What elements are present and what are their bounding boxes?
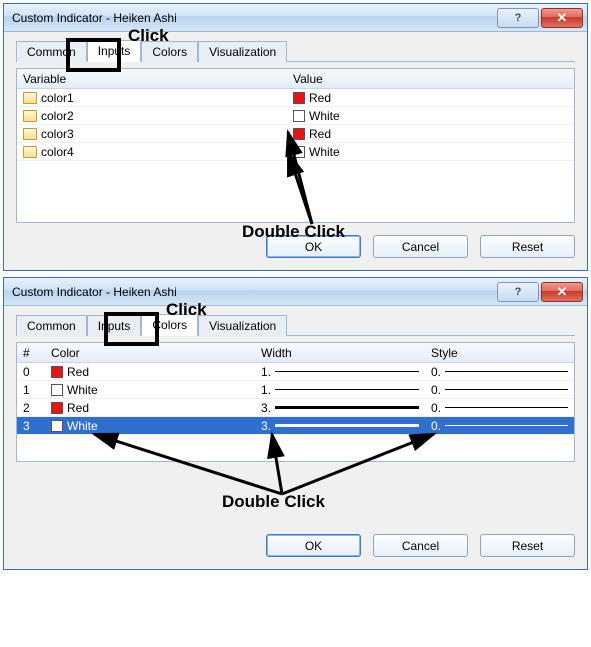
color-cell: White bbox=[67, 419, 98, 433]
colors-dialog: Custom Indicator - Heiken Ashi ? ✕ Click… bbox=[3, 277, 588, 570]
table-row[interactable]: color1 Red bbox=[17, 89, 574, 107]
value-cell: White bbox=[309, 109, 340, 123]
param-icon bbox=[23, 110, 37, 122]
tab-inputs[interactable]: Inputs bbox=[87, 315, 142, 336]
table-row[interactable]: color4 White bbox=[17, 143, 574, 161]
table-row[interactable]: color2 White bbox=[17, 107, 574, 125]
style-cell: 0. bbox=[431, 419, 441, 433]
reset-button[interactable]: Reset bbox=[480, 235, 575, 258]
tab-visualization[interactable]: Visualization bbox=[198, 315, 287, 336]
titlebar: Custom Indicator - Heiken Ashi ? ✕ bbox=[4, 278, 587, 306]
table-row[interactable]: 0 Red 1. 0. bbox=[17, 363, 574, 381]
colors-header: # Color Width Style bbox=[17, 343, 574, 363]
tabs: Common Inputs Colors Visualization bbox=[16, 40, 575, 62]
color-swatch bbox=[293, 128, 305, 140]
color-swatch bbox=[293, 146, 305, 158]
index-cell: 2 bbox=[17, 401, 45, 415]
param-icon bbox=[23, 146, 37, 158]
tabs: Common Inputs Colors Visualization bbox=[16, 314, 575, 336]
tab-colors[interactable]: Colors bbox=[141, 314, 198, 336]
tab-common[interactable]: Common bbox=[16, 315, 87, 336]
help-icon: ? bbox=[515, 286, 522, 298]
tab-colors[interactable]: Colors bbox=[141, 41, 198, 62]
table-row[interactable]: 3 White 3. 0. bbox=[17, 417, 574, 435]
width-sample bbox=[275, 406, 419, 409]
cancel-button[interactable]: Cancel bbox=[373, 235, 468, 258]
header-width: Width bbox=[255, 346, 425, 360]
button-row: OK Cancel Reset bbox=[16, 235, 575, 258]
help-button[interactable]: ? bbox=[497, 8, 539, 28]
close-icon: ✕ bbox=[557, 284, 568, 300]
width-cell: 3. bbox=[261, 401, 271, 415]
tab-visualization[interactable]: Visualization bbox=[198, 41, 287, 62]
header-color: Color bbox=[45, 346, 255, 360]
window-title: Custom Indicator - Heiken Ashi bbox=[12, 285, 495, 299]
inputs-dialog: Custom Indicator - Heiken Ashi ? ✕ Click… bbox=[3, 3, 588, 271]
param-icon bbox=[23, 92, 37, 104]
width-cell: 1. bbox=[261, 383, 271, 397]
table-row[interactable]: 2 Red 3. 0. bbox=[17, 399, 574, 417]
param-icon bbox=[23, 128, 37, 140]
width-sample bbox=[275, 424, 419, 427]
reset-button[interactable]: Reset bbox=[480, 534, 575, 557]
table-row[interactable]: 1 White 1. 0. bbox=[17, 381, 574, 399]
close-button[interactable]: ✕ bbox=[541, 282, 583, 302]
close-button[interactable]: ✕ bbox=[541, 8, 583, 28]
help-icon: ? bbox=[515, 12, 522, 24]
index-cell: 3 bbox=[17, 419, 45, 433]
variable-cell: color4 bbox=[41, 145, 74, 159]
colors-listbox: # Color Width Style 0 Red 1. 0. 1 White 1. 0. 2 R… bbox=[16, 342, 575, 462]
color-swatch bbox=[293, 110, 305, 122]
style-sample bbox=[445, 389, 568, 390]
button-row: OK Cancel Reset bbox=[16, 534, 575, 557]
close-icon: ✕ bbox=[557, 10, 568, 26]
width-sample bbox=[275, 371, 419, 372]
value-cell: Red bbox=[309, 127, 331, 141]
value-cell: Red bbox=[309, 91, 331, 105]
tab-common[interactable]: Common bbox=[16, 41, 87, 62]
ok-button[interactable]: OK bbox=[266, 534, 361, 557]
header-value: Value bbox=[287, 72, 574, 86]
index-cell: 0 bbox=[17, 365, 45, 379]
color-swatch bbox=[51, 420, 63, 432]
variable-cell: color3 bbox=[41, 127, 74, 141]
color-swatch bbox=[51, 366, 63, 378]
variable-cell: color1 bbox=[41, 91, 74, 105]
color-cell: Red bbox=[67, 365, 89, 379]
table-row[interactable]: color3 Red bbox=[17, 125, 574, 143]
width-cell: 1. bbox=[261, 365, 271, 379]
color-cell: White bbox=[67, 383, 98, 397]
style-cell: 0. bbox=[431, 401, 441, 415]
color-swatch bbox=[293, 92, 305, 104]
style-sample bbox=[445, 371, 568, 372]
index-cell: 1 bbox=[17, 383, 45, 397]
value-cell: White bbox=[309, 145, 340, 159]
variable-cell: color2 bbox=[41, 109, 74, 123]
style-cell: 0. bbox=[431, 365, 441, 379]
inputs-header: Variable Value bbox=[17, 69, 574, 89]
header-index: # bbox=[17, 346, 45, 360]
style-sample bbox=[445, 425, 568, 426]
color-swatch bbox=[51, 402, 63, 414]
ok-button[interactable]: OK bbox=[266, 235, 361, 258]
header-variable: Variable bbox=[17, 72, 287, 86]
color-cell: Red bbox=[67, 401, 89, 415]
style-cell: 0. bbox=[431, 383, 441, 397]
inputs-listbox: Variable Value color1Redcolor2Whitecolor… bbox=[16, 68, 575, 223]
tab-inputs[interactable]: Inputs bbox=[87, 40, 142, 62]
window-title: Custom Indicator - Heiken Ashi bbox=[12, 11, 495, 25]
titlebar: Custom Indicator - Heiken Ashi ? ✕ bbox=[4, 4, 587, 32]
cancel-button[interactable]: Cancel bbox=[373, 534, 468, 557]
width-cell: 3. bbox=[261, 419, 271, 433]
width-sample bbox=[275, 389, 419, 390]
header-style: Style bbox=[425, 346, 574, 360]
color-swatch bbox=[51, 384, 63, 396]
style-sample bbox=[445, 407, 568, 408]
help-button[interactable]: ? bbox=[497, 282, 539, 302]
